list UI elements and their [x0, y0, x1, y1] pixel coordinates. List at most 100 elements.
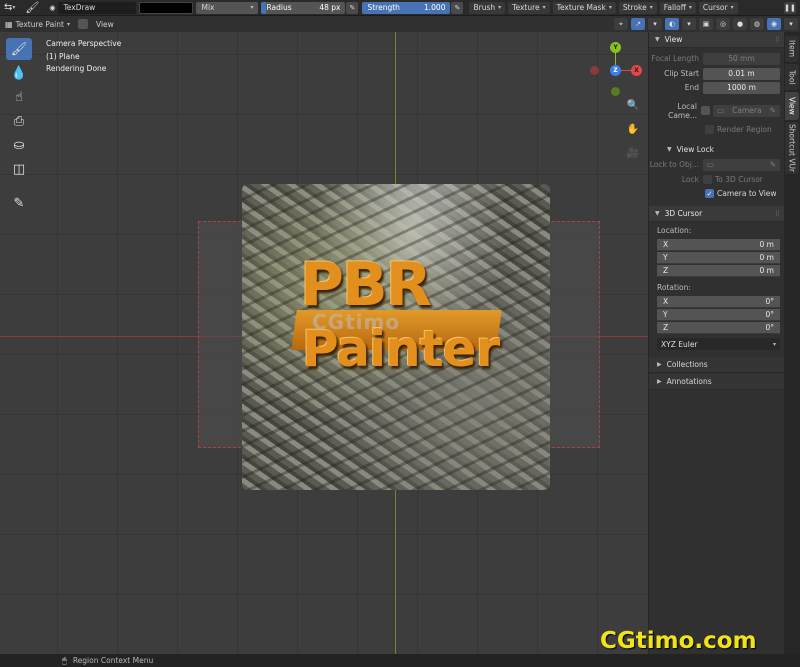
- gizmo-neg-y[interactable]: [611, 87, 620, 96]
- brush-color-swatch[interactable]: [139, 1, 194, 14]
- tool-settings-header: ⇆ ▾ 🖌 ◉ TexDraw Mix ▾ Radius 48 px ✎ Stren…: [0, 0, 800, 16]
- sidebar-tabs: Item Tool View Shortcut VUr: [784, 32, 800, 654]
- focal-length-field[interactable]: 50 mm: [703, 52, 780, 65]
- xray-toggle-icon[interactable]: ▣: [699, 18, 713, 30]
- location-label: Location:: [657, 226, 692, 235]
- gizmo-neg-x[interactable]: [590, 66, 599, 75]
- soften-brush-icon[interactable]: 💧: [6, 62, 32, 84]
- paint-mask-toggle[interactable]: [77, 19, 88, 29]
- menu-brush[interactable]: Brush ▾: [469, 1, 506, 14]
- viewport-info-overlay: Camera Perspective (1) Plane Rendering D…: [46, 38, 121, 76]
- rotation-y-field[interactable]: Y 0°: [657, 308, 780, 321]
- strength-slider[interactable]: Strength 1.000: [362, 1, 451, 14]
- focal-length-row: Focal Length 50 mm: [649, 52, 784, 65]
- drag-grip-icon[interactable]: ⠿: [775, 210, 780, 218]
- annotate-icon[interactable]: ✎: [6, 192, 32, 214]
- shading-rendered-icon[interactable]: ◉: [767, 18, 781, 30]
- local-camera-checkbox[interactable]: [701, 106, 710, 115]
- 3d-viewport[interactable]: Camera Perspective (1) Plane Rendering D…: [0, 32, 648, 654]
- editor-type-button[interactable]: ⇆ ▾: [4, 2, 15, 14]
- camera-to-view-checkbox[interactable]: ✓: [705, 189, 714, 198]
- overlays-toggle-icon[interactable]: ◐: [665, 18, 679, 30]
- painted-texture-plane[interactable]: PBR Painter CGtimo: [242, 184, 550, 490]
- tab-item[interactable]: Item: [785, 36, 799, 62]
- drag-grip-icon[interactable]: ⠿: [775, 36, 780, 44]
- smear-brush-icon[interactable]: ☝: [6, 86, 32, 108]
- sidebar-toggle-icon[interactable]: ❚❚: [784, 1, 796, 14]
- rotation-z-field[interactable]: Z 0°: [657, 321, 780, 334]
- expanded-triangle-icon: ▼: [655, 36, 660, 43]
- draw-brush-icon[interactable]: 🖌: [6, 38, 32, 60]
- location-vector: X0 m Y0 m Z0 m: [657, 238, 780, 277]
- viewport-header: ▦ Texture Paint ▾ View ⌖ ↗ ▾ ◐ ▾ ▣ ◎ ● ◍…: [0, 16, 800, 32]
- shading-dropdown-icon[interactable]: ▾: [784, 18, 798, 30]
- texture-paint-mode-icon: ▦: [5, 19, 13, 29]
- active-object: (1) Plane: [46, 51, 80, 61]
- pan-hand-icon[interactable]: ✋: [624, 120, 642, 138]
- location-x-field[interactable]: X0 m: [657, 238, 780, 251]
- overlays-dropdown-icon[interactable]: ▾: [682, 18, 696, 30]
- gizmo-toggle-icon[interactable]: ↗: [631, 18, 645, 30]
- gizmo-z-axis[interactable]: Z: [610, 65, 621, 76]
- menu-stroke[interactable]: Stroke ▾: [618, 1, 657, 14]
- shading-material-icon[interactable]: ◍: [750, 18, 764, 30]
- zoom-icon[interactable]: 🔍: [624, 96, 642, 114]
- view-panel-header[interactable]: ▼ View ⠿: [649, 32, 784, 48]
- fill-brush-icon[interactable]: ⛀: [6, 134, 32, 156]
- shading-wireframe-icon[interactable]: ◎: [716, 18, 730, 30]
- status-hint: Region Context Menu: [72, 656, 154, 665]
- lock-to-cursor-checkbox[interactable]: [703, 175, 712, 184]
- status-bar: 🖱 Region Context Menu: [0, 654, 800, 667]
- camera-to-view-row: ✓ Camera to View: [705, 189, 777, 198]
- rotation-mode-select[interactable]: XYZ Euler ▾: [657, 338, 780, 350]
- render-region-checkbox[interactable]: [705, 125, 714, 134]
- menu-falloff[interactable]: Falloff ▾: [659, 1, 696, 14]
- gizmo-dropdown-icon[interactable]: ▾: [648, 18, 662, 30]
- collections-panel-header[interactable]: ▶ Collections: [649, 357, 784, 373]
- rotation-vector: X 0° Y 0° Z 0°: [657, 295, 780, 334]
- clip-start-field[interactable]: 0.01 m: [703, 67, 780, 80]
- tab-view[interactable]: View: [785, 92, 799, 120]
- tab-shortcut-vur[interactable]: Shortcut VUr: [785, 122, 799, 174]
- location-y-field[interactable]: Y0 m: [657, 251, 780, 264]
- render-region-row: Render Region: [649, 123, 784, 136]
- clip-start-row: Clip Start 0.01 m: [649, 67, 784, 80]
- brush-name-field[interactable]: TexDraw: [58, 1, 137, 14]
- eyedropper-icon[interactable]: ✎: [770, 106, 776, 115]
- lock-cursor-row: Lock To 3D Cursor: [681, 175, 763, 184]
- strength-pressure-icon[interactable]: ✎: [451, 1, 464, 14]
- view-lock-subpanel-header[interactable]: ▼ View Lock: [649, 142, 784, 156]
- radius-slider[interactable]: Radius 48 px: [261, 1, 346, 14]
- annotations-panel-header[interactable]: ▶ Annotations: [649, 374, 784, 390]
- lock-to-object-field[interactable]: ▭ ✎: [703, 158, 780, 171]
- brush-tool-icon[interactable]: 🖌: [25, 1, 39, 14]
- tool-shelf: 🖌 💧 ☝ ⎙ ⛀ ◫ ✎: [6, 38, 34, 214]
- gizmo-y-axis[interactable]: Y: [610, 42, 621, 53]
- radius-pressure-icon[interactable]: ✎: [346, 1, 359, 14]
- mask-icon: [77, 19, 88, 29]
- rotation-x-field[interactable]: X 0°: [657, 295, 780, 308]
- clip-end-field[interactable]: 1000 m: [703, 81, 780, 94]
- tab-tool[interactable]: Tool: [785, 64, 799, 90]
- clone-brush-icon[interactable]: ⎙: [6, 110, 32, 132]
- 3d-cursor-panel-header[interactable]: ▼ 3D Cursor ⠿: [649, 206, 784, 222]
- menu-cursor[interactable]: Cursor ▾: [698, 1, 738, 14]
- blend-mode-select[interactable]: Mix ▾: [196, 1, 259, 14]
- gizmo-x-axis[interactable]: X: [631, 65, 642, 76]
- local-camera-field[interactable]: ▭ Camera ✎: [713, 104, 780, 117]
- camera-view-icon[interactable]: 🎥: [624, 144, 642, 162]
- menu-texture[interactable]: Texture ▾: [508, 1, 550, 14]
- menu-texture-mask[interactable]: Texture Mask ▾: [552, 1, 616, 14]
- navigation-gizmo[interactable]: Y Z X: [588, 36, 644, 98]
- mode-selector[interactable]: ▦ Texture Paint ▾: [5, 20, 70, 29]
- camera-object-icon: ▭: [717, 106, 725, 115]
- eyedropper-icon[interactable]: ✎: [770, 160, 776, 169]
- navigation-buttons: 🔍 ✋ 🎥: [624, 96, 642, 162]
- view-menu[interactable]: View: [96, 20, 114, 29]
- object-icon: ▭: [707, 160, 715, 169]
- view-object-types-icon[interactable]: ⌖: [614, 18, 628, 30]
- shading-solid-icon[interactable]: ●: [733, 18, 747, 30]
- location-z-field[interactable]: Z0 m: [657, 264, 780, 277]
- mask-brush-icon[interactable]: ◫: [6, 158, 32, 180]
- brush-browse-icon[interactable]: ◉: [49, 2, 55, 14]
